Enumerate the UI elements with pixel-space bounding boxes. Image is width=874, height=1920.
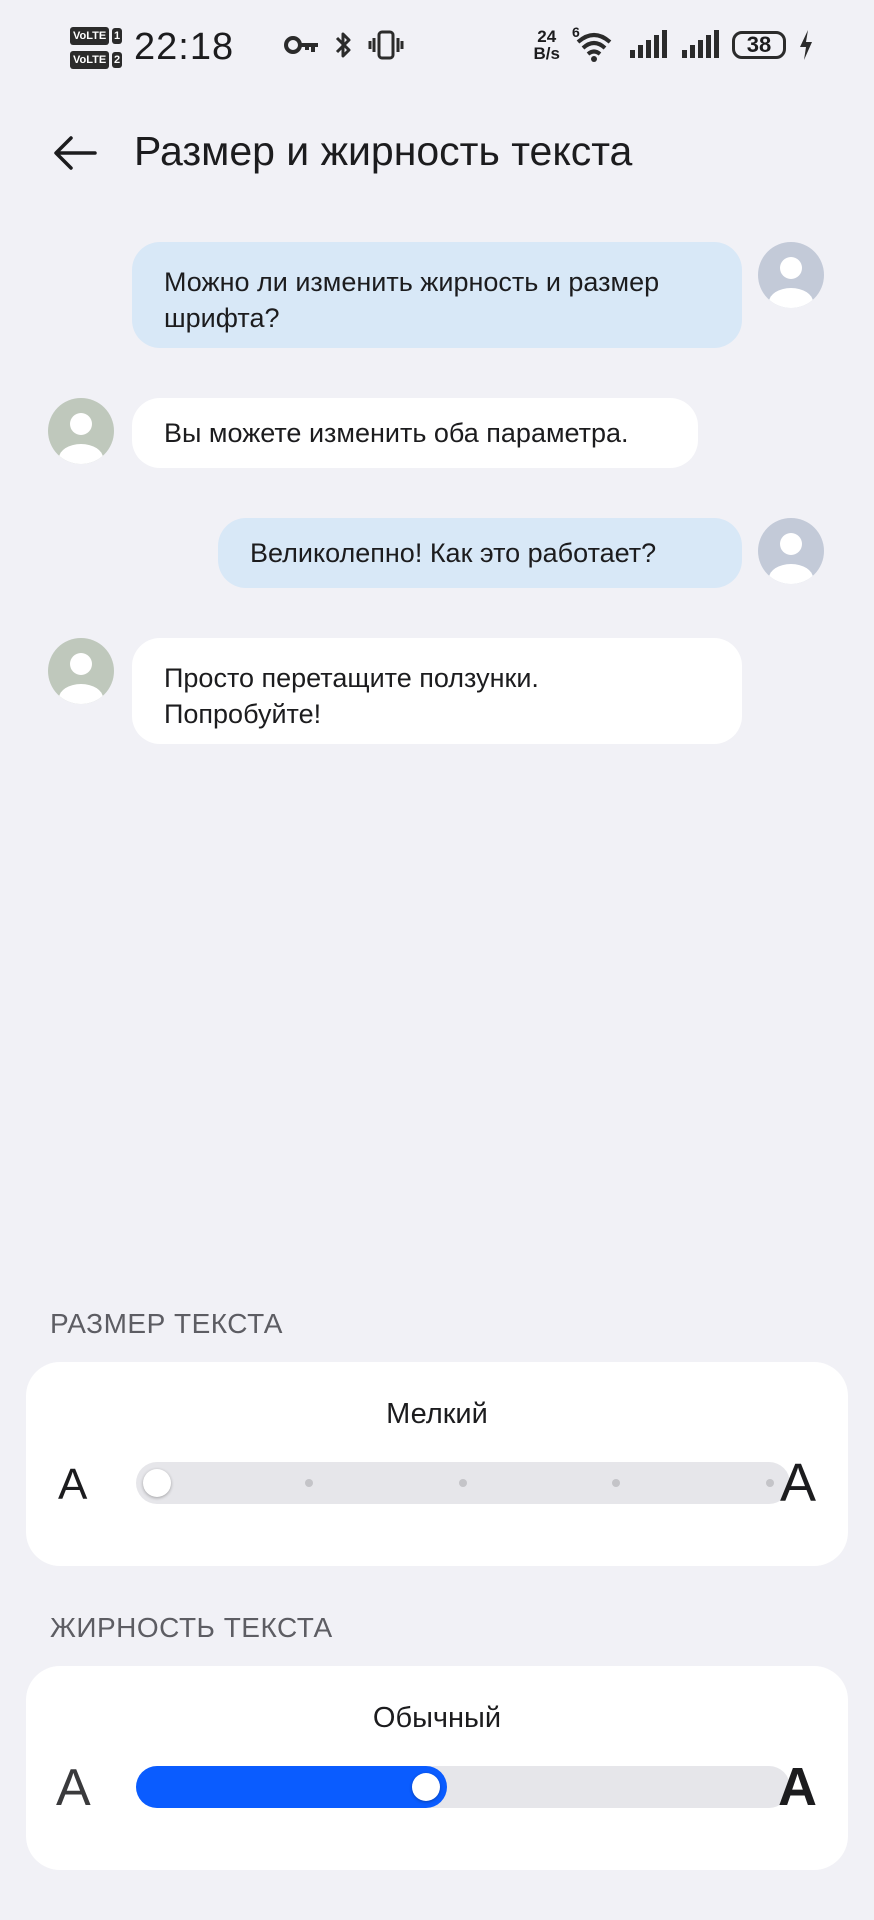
network-speed: 24 B/s <box>534 28 560 62</box>
battery-indicator: 38 <box>732 31 786 59</box>
slider-step-dot <box>612 1479 620 1487</box>
sim-1-badge: 1 <box>112 28 122 44</box>
text-size-max-glyph: A <box>780 1453 817 1513</box>
status-bar: VoLTE 1 VoLTE 2 22:18 24 B/s 6 38 <box>0 0 874 100</box>
app-header: Размер и жирность текста <box>0 110 874 200</box>
text-size-value: Мелкий <box>386 1398 488 1430</box>
signal-sim1-icon <box>630 30 667 58</box>
person-icon <box>59 413 103 464</box>
vibrate-icon <box>368 30 404 60</box>
text-weight-card: Обычный A A <box>26 1666 848 1870</box>
page-title: Размер и жирность текста <box>134 128 633 174</box>
volte-1-badge: VoLTE <box>70 27 110 45</box>
clock: 22:18 <box>134 26 235 68</box>
user-avatar <box>758 242 824 308</box>
text-weight-label: ЖИРНОСТЬ ТЕКСТА <box>50 1612 333 1643</box>
assistant-avatar <box>48 638 114 704</box>
text-size-card: Мелкий A A <box>26 1362 848 1566</box>
key-icon <box>284 36 318 54</box>
message-text: Можно ли изменить жирность и размер шриф… <box>164 267 660 333</box>
network-speed-value: 24 <box>537 27 557 46</box>
person-icon <box>769 533 813 584</box>
slider-step-dot <box>766 1479 774 1487</box>
text-size-slider-thumb[interactable] <box>143 1469 171 1497</box>
wifi-generation: 6 <box>572 24 580 40</box>
message-text: Просто перетащите ползунки. Попробуйте! <box>164 663 539 729</box>
volte-2-badge: VoLTE <box>70 51 110 69</box>
slider-step-dot <box>459 1479 467 1487</box>
arrow-left-icon <box>54 136 97 170</box>
text-weight-slider[interactable] <box>136 1766 790 1808</box>
charging-icon <box>800 30 812 60</box>
chat-message-assistant: Вы можете изменить оба параметра. <box>132 398 698 468</box>
wifi-icon: 6 <box>572 24 616 62</box>
sim-2-badge: 2 <box>112 52 122 68</box>
message-text: Великолепно! Как это работает? <box>250 538 657 568</box>
signal-sim2-icon <box>682 30 719 58</box>
bluetooth-icon <box>335 32 351 58</box>
text-weight-min-glyph: A <box>56 1759 91 1817</box>
assistant-avatar <box>48 398 114 464</box>
chat-message-user: Великолепно! Как это работает? <box>218 518 742 588</box>
message-text: Вы можете изменить оба параметра. <box>164 418 629 448</box>
volte-indicators: VoLTE 1 VoLTE 2 <box>70 26 122 74</box>
text-size-label: РАЗМЕР ТЕКСТА <box>50 1308 283 1339</box>
text-size-slider[interactable] <box>136 1462 790 1504</box>
text-weight-slider-fill <box>136 1766 448 1808</box>
chat-message-user: Можно ли изменить жирность и размер шриф… <box>132 242 742 348</box>
text-weight-max-glyph: A <box>778 1757 817 1817</box>
person-icon <box>59 653 103 704</box>
person-icon <box>769 257 813 308</box>
text-weight-value: Обычный <box>372 1702 502 1734</box>
network-speed-unit: B/s <box>533 44 560 63</box>
user-avatar <box>758 518 824 584</box>
back-button[interactable] <box>48 126 102 180</box>
chat-message-assistant: Просто перетащите ползунки. Попробуйте! <box>132 638 742 744</box>
text-size-min-glyph: A <box>58 1460 88 1509</box>
slider-step-dot <box>305 1479 313 1487</box>
